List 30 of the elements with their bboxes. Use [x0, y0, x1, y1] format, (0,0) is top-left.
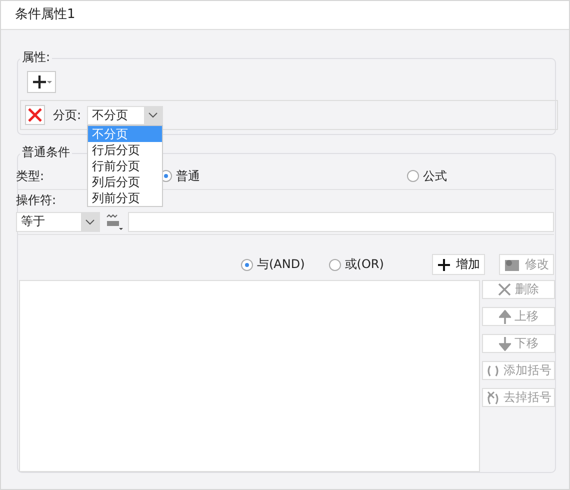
radio-option[interactable]: 普通: [160, 168, 200, 184]
close-icon: [498, 283, 511, 296]
close-icon: [28, 108, 42, 122]
add-property-button[interactable]: [27, 71, 56, 93]
dropdown-option[interactable]: 行后分页: [88, 142, 162, 158]
panel-legend: 普通条件: [20, 144, 72, 161]
parentheses-cross-icon: [486, 390, 500, 404]
field-label: 操作符:: [16, 192, 56, 209]
window-title: 条件属性1: [1, 1, 569, 30]
value-input[interactable]: [128, 212, 554, 232]
field-label: 分页:: [53, 106, 82, 124]
dropdown-option[interactable]: 行前分页: [88, 158, 162, 174]
radio-option[interactable]: 或(OR): [328, 256, 384, 273]
arrow-up-icon: [498, 310, 510, 324]
add-button[interactable]: 增加: [432, 254, 485, 275]
delete-button[interactable]: [25, 105, 45, 125]
radio-option[interactable]: 与(AND): [241, 256, 305, 273]
plus-icon: [437, 258, 451, 272]
operator-select[interactable]: 等于: [16, 212, 100, 232]
arrow-down-icon: [498, 336, 510, 350]
dropdown-option[interactable]: 列前分页: [88, 190, 162, 206]
chevron-down-icon: [148, 112, 158, 118]
dropdown-option[interactable]: 列后分页: [88, 174, 162, 190]
plus-icon: [30, 74, 52, 90]
panel-legend: 属性:: [20, 49, 52, 66]
parentheses-icon: [486, 364, 500, 376]
page-break-select[interactable]: 不分页: [87, 106, 164, 124]
radio-option[interactable]: 公式: [407, 168, 447, 184]
field-label: 类型:: [16, 168, 44, 184]
chevron-down-icon: [85, 219, 95, 225]
